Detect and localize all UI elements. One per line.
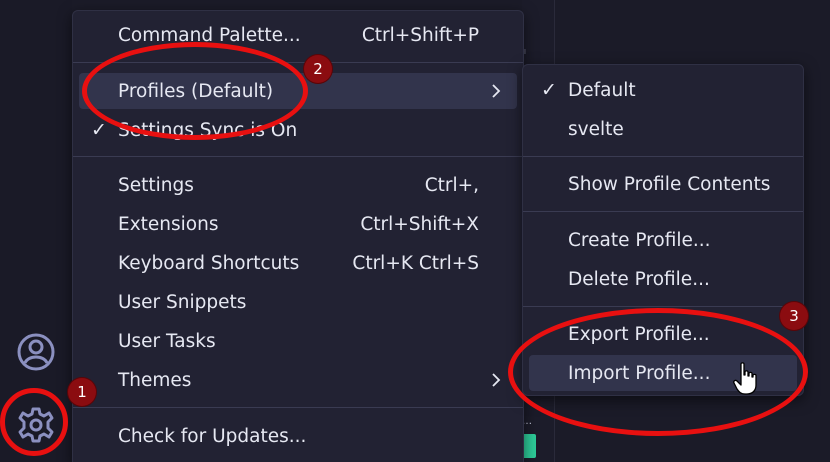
menu-item-label: svelte bbox=[568, 118, 624, 140]
menu-separator bbox=[73, 156, 523, 157]
menu-item-shortcut: Ctrl+K Ctrl+S bbox=[352, 252, 479, 274]
menu-item-label: User Snippets bbox=[118, 291, 247, 313]
menu-item-label: User Tasks bbox=[118, 330, 216, 352]
check-icon: ✓ bbox=[541, 79, 557, 101]
menu-item-label: Check for Updates... bbox=[118, 425, 307, 447]
hand-cursor-icon bbox=[733, 362, 757, 395]
menu-item-label: Keyboard Shortcuts bbox=[118, 252, 300, 274]
check-icon: ✓ bbox=[91, 119, 107, 141]
menu-item-keyboard-shortcuts[interactable]: Keyboard Shortcuts Ctrl+K Ctrl+S bbox=[79, 245, 517, 281]
menu-item-shortcut: Ctrl+, bbox=[424, 174, 479, 196]
chevron-right-icon bbox=[492, 373, 501, 387]
menu-separator bbox=[523, 156, 803, 157]
menu-item-themes[interactable]: Themes bbox=[79, 362, 517, 398]
submenu-item-show-profile-contents[interactable]: Show Profile Contents bbox=[529, 166, 797, 202]
menu-item-shortcut: Ctrl+Shift+X bbox=[360, 213, 479, 235]
menu-item-extensions[interactable]: Extensions Ctrl+Shift+X bbox=[79, 206, 517, 242]
menu-item-user-tasks[interactable]: User Tasks bbox=[79, 323, 517, 359]
chevron-right-icon bbox=[492, 84, 501, 98]
submenu-item-create-profile[interactable]: Create Profile... bbox=[529, 222, 797, 258]
submenu-item-svelte[interactable]: svelte bbox=[529, 111, 797, 147]
menu-item-label: Themes bbox=[118, 369, 192, 391]
annotation-badge: 3 bbox=[780, 302, 808, 330]
menu-item-user-snippets[interactable]: User Snippets bbox=[79, 284, 517, 320]
annotation-ring bbox=[0, 388, 68, 456]
account-icon[interactable] bbox=[15, 331, 57, 373]
submenu-item-delete-profile[interactable]: Delete Profile... bbox=[529, 261, 797, 297]
menu-item-label: Default bbox=[568, 79, 636, 101]
menu-item-label: Settings bbox=[118, 174, 194, 196]
editor-fragment: ₗ bbox=[524, 44, 526, 57]
submenu-item-default[interactable]: ✓ Default bbox=[529, 72, 797, 108]
menu-item-shortcut: Ctrl+Shift+P bbox=[361, 24, 479, 46]
menu-item-check-for-updates[interactable]: Check for Updates... bbox=[79, 418, 517, 454]
menu-item-label: Create Profile... bbox=[568, 229, 711, 251]
menu-item-settings[interactable]: Settings Ctrl+, bbox=[79, 167, 517, 203]
menu-separator bbox=[523, 211, 803, 212]
annotation-badge: 1 bbox=[68, 378, 96, 406]
annotation-badge: 2 bbox=[304, 55, 332, 83]
screenshot: ₗ … Command Palette... Ctrl+Shift+P Prof… bbox=[0, 0, 830, 462]
menu-item-label: Delete Profile... bbox=[568, 268, 710, 290]
menu-item-label: Extensions bbox=[118, 213, 219, 235]
annotation-ring bbox=[508, 308, 808, 436]
menu-item-label: Show Profile Contents bbox=[568, 173, 771, 195]
menu-separator bbox=[523, 306, 803, 307]
annotation-ring bbox=[82, 42, 308, 140]
menu-separator bbox=[73, 407, 523, 408]
